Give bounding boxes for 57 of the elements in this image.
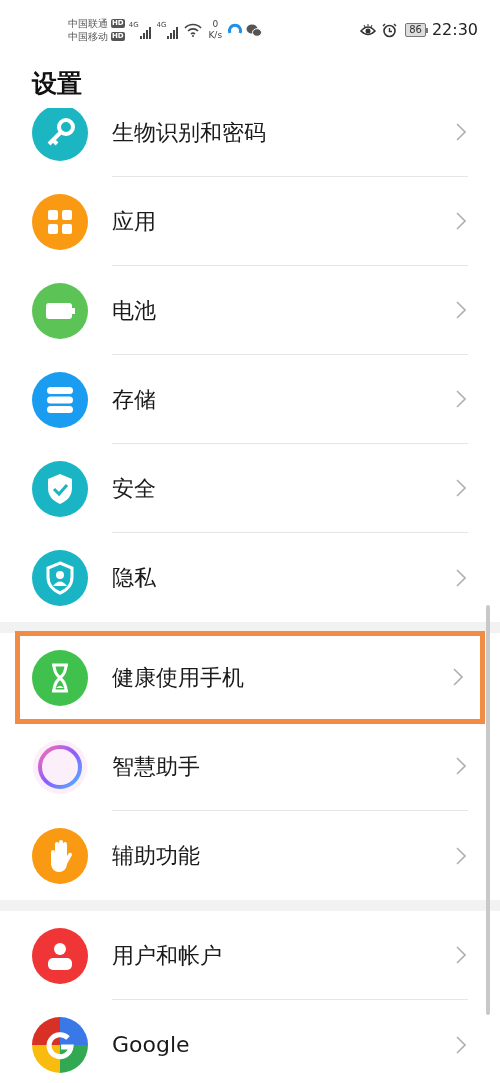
speed-value: 0 (212, 19, 219, 30)
apps-grid-icon (32, 193, 88, 250)
settings-item[interactable]: Google (0, 1000, 500, 1083)
key-icon (32, 108, 88, 161)
hourglass-icon (32, 649, 88, 706)
chevron-icon (456, 757, 466, 775)
person-icon (32, 927, 88, 984)
settings-item[interactable]: 隐私 (0, 533, 500, 622)
chevron-icon (456, 479, 466, 497)
settings-item[interactable]: 应用 (0, 177, 500, 266)
google-icon (32, 1016, 88, 1073)
carrier-name: 中国联通 (68, 17, 108, 30)
chevron-icon (456, 390, 466, 408)
settings-item[interactable]: 电池 (0, 266, 500, 355)
item-label: 用户和帐户 (112, 941, 223, 970)
battery-icon (32, 282, 88, 339)
settings-item[interactable]: 用户和帐户 (0, 911, 500, 1000)
chevron-icon (456, 1035, 466, 1054)
chat-icon (246, 23, 263, 37)
item-label: 智慧助手 (112, 752, 201, 781)
settings-item[interactable]: 安全 (0, 444, 500, 533)
settings-item[interactable]: 辅助功能 (0, 811, 500, 900)
item-label: 生物识别和密码 (112, 118, 267, 147)
clock-time: 22:30 (431, 19, 478, 41)
settings-item[interactable]: 智慧助手 (0, 722, 500, 811)
shield-person-icon (32, 549, 88, 606)
carrier-name: 中国移动 (68, 30, 108, 43)
battery-indicator: 86 (405, 23, 428, 37)
speed-unit: K/s (208, 30, 223, 41)
chevron-icon (456, 123, 466, 141)
item-label: Google (112, 1031, 191, 1059)
ring-icon (32, 738, 88, 795)
chevron-icon (456, 946, 466, 964)
chevron-icon (456, 846, 466, 865)
eye-icon (360, 23, 377, 37)
item-label: 安全 (112, 474, 157, 503)
wifi-icon (184, 23, 203, 37)
item-label: 健康使用手机 (112, 663, 245, 692)
item-label: 辅助功能 (112, 842, 201, 870)
signal-icon (166, 26, 181, 40)
signal-icon (138, 26, 153, 40)
item-label: 电池 (112, 296, 157, 325)
settings-item[interactable]: 生物识别和密码 (0, 108, 500, 177)
page-title: 设置 (30, 68, 83, 101)
hand-icon (32, 827, 88, 884)
chevron-icon (456, 568, 466, 587)
item-label: 存储 (112, 385, 157, 414)
item-label: 应用 (112, 207, 157, 236)
shield-check-icon (32, 460, 88, 517)
chevron-icon (453, 668, 463, 686)
storage-icon (32, 371, 88, 428)
settings-item[interactable]: 健康使用手机 (17, 633, 483, 722)
item-label: 隐私 (112, 564, 157, 592)
chevron-icon (456, 301, 466, 319)
settings-item[interactable]: 存储 (0, 355, 500, 444)
alarm-icon (382, 22, 398, 38)
chevron-icon (456, 212, 466, 230)
